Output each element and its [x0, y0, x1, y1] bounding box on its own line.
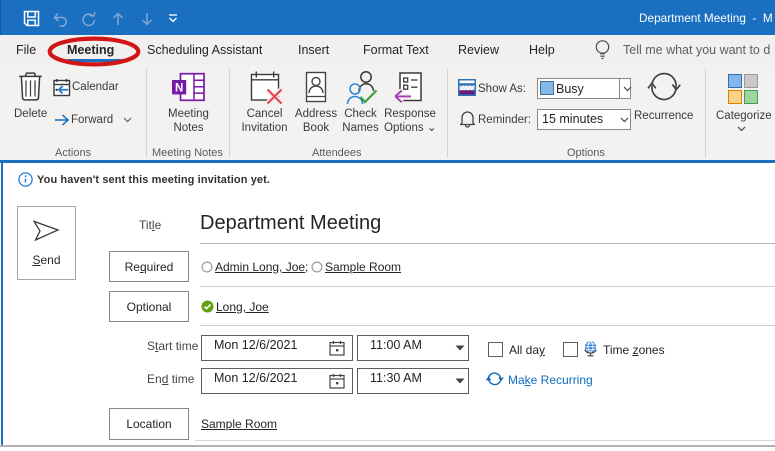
svg-text:N: N — [175, 83, 183, 95]
